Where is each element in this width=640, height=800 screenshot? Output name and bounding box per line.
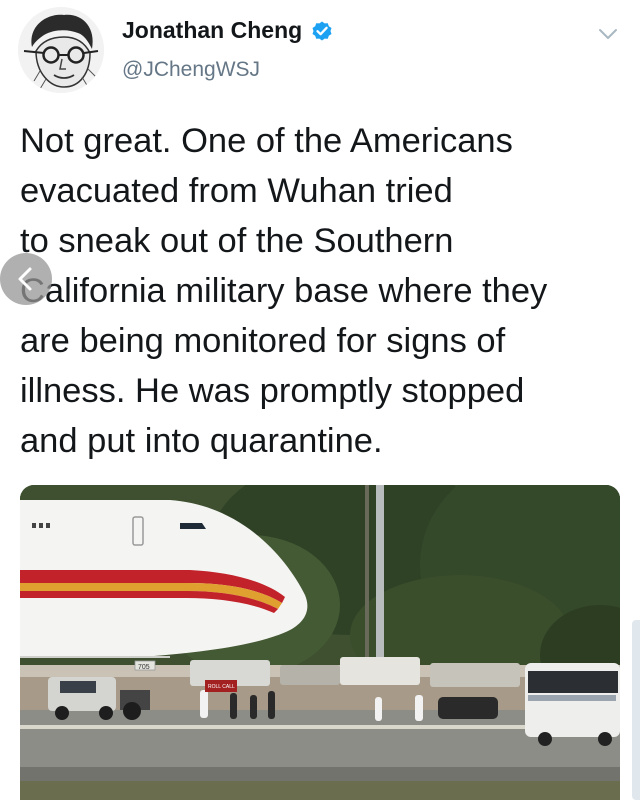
tweet-line: to sneak out of the Southern [20, 222, 454, 260]
tweet-text: Not great. One of the Americans evacuate… [20, 116, 630, 466]
verified-badge-icon [312, 21, 332, 40]
tweet-header: Jonathan Cheng @JChengWSJ [0, 0, 640, 105]
tweet-photo[interactable]: 705 ROLL CALL [20, 485, 620, 800]
tweet-line: illness. He was promptly stopped [20, 372, 525, 410]
aircraft-tail-number: 705 [138, 664, 150, 671]
tweet-line: evacuated from Wuhan tried [20, 172, 453, 210]
back-button[interactable] [0, 253, 52, 305]
tweet-line: Not great. One of the Americans [20, 122, 513, 160]
tweet-line: are being monitored for signs of [20, 322, 506, 360]
avatar-sketch [18, 7, 104, 93]
author-handle[interactable]: @JChengWSJ [122, 58, 260, 82]
author-name[interactable]: Jonathan Cheng [122, 17, 302, 44]
back-arrow-icon [18, 267, 32, 291]
roll-call-sign: ROLL CALL [208, 684, 235, 690]
chevron-down-icon[interactable] [596, 24, 620, 44]
avatar[interactable] [18, 7, 104, 93]
scrollbar[interactable] [632, 620, 640, 800]
tweet-line: and put into quarantine. [20, 422, 383, 460]
tweet-line: California military base where they [20, 272, 548, 310]
author-name-row: Jonathan Cheng [122, 17, 334, 44]
photo-scene: 705 ROLL CALL [20, 485, 620, 800]
